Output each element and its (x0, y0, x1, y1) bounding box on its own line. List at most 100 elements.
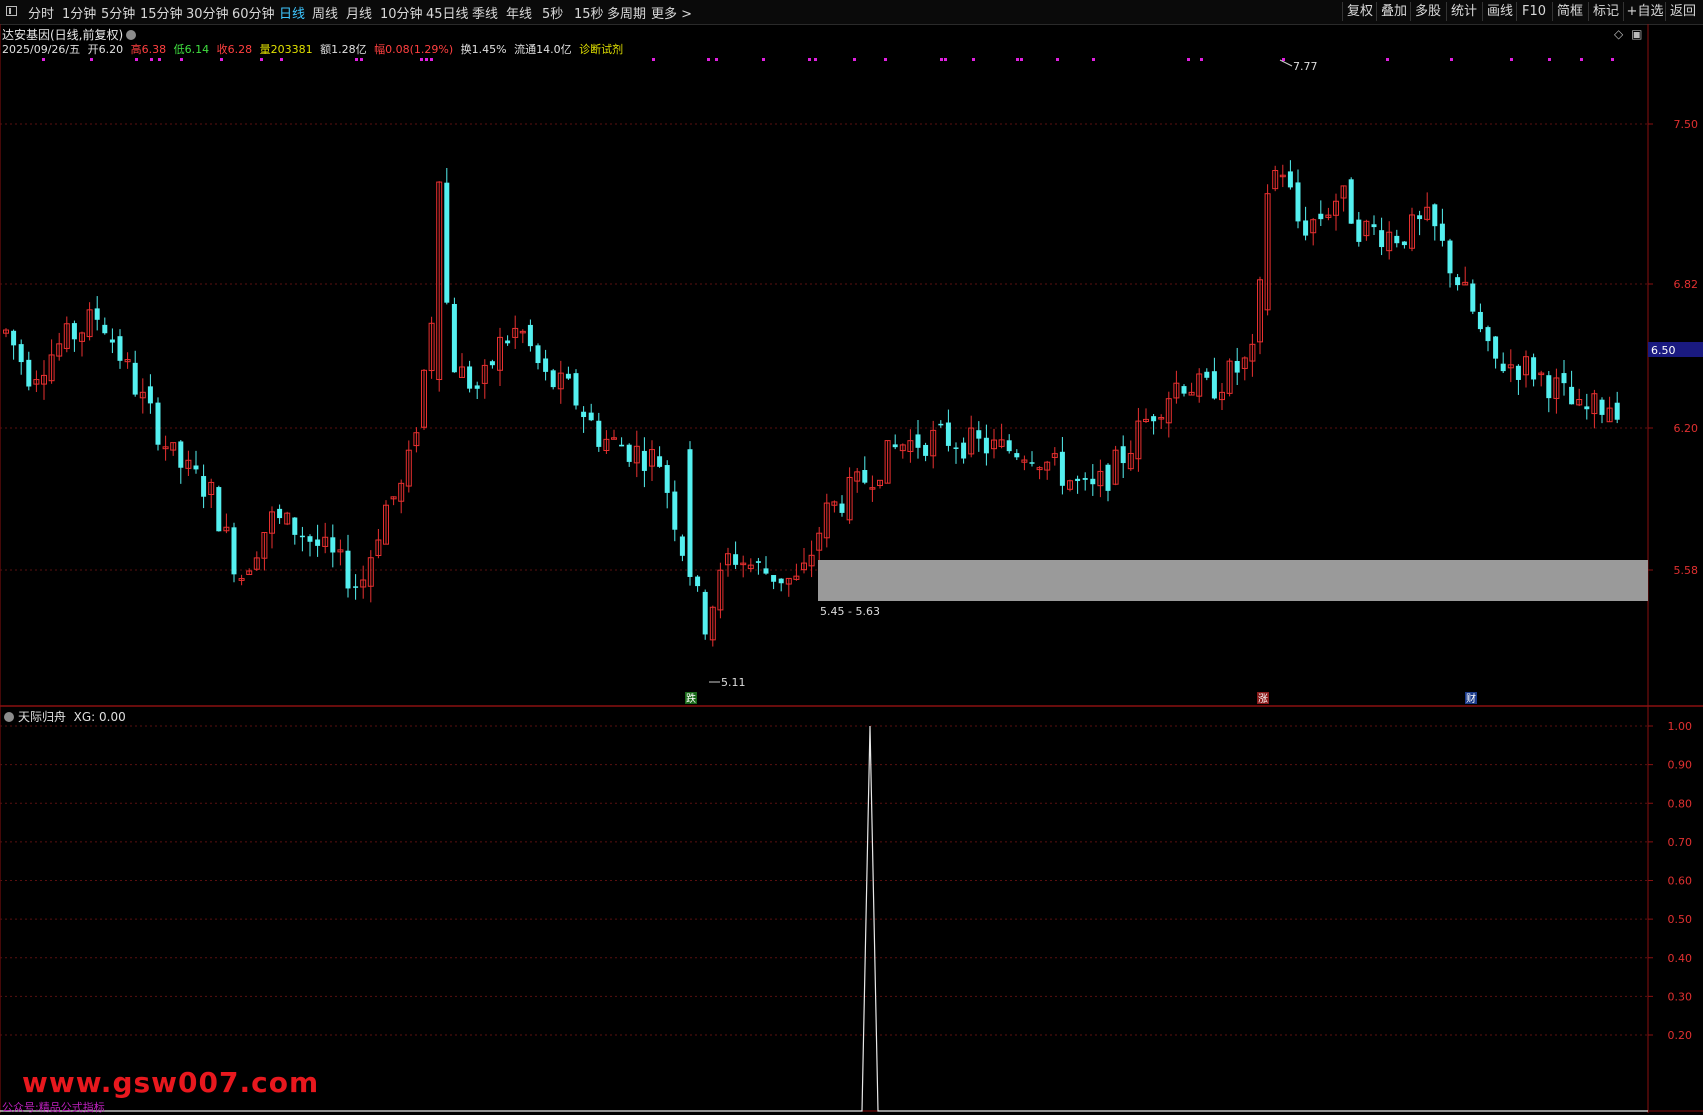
signal-dot (150, 58, 153, 61)
candle-body (527, 324, 533, 347)
signal-dot (762, 58, 765, 61)
candle-body (505, 340, 511, 344)
signal-dot (360, 58, 363, 61)
indicator-signal-line (0, 725, 1648, 1112)
diamond-icon[interactable]: ◇ (1614, 27, 1623, 41)
candle-body (1584, 406, 1590, 410)
price-axis-label: 7.50 (1674, 118, 1699, 131)
candle-body (231, 527, 237, 575)
candle-body (1394, 235, 1400, 244)
candle-body (679, 536, 685, 556)
signal-dot (1056, 58, 1059, 61)
candle-body (1569, 386, 1575, 405)
candle-body (1356, 219, 1362, 242)
signal-dot (42, 58, 45, 61)
candle-body (619, 444, 625, 447)
candle-body (1614, 402, 1620, 420)
candle-body (573, 373, 579, 406)
candle-body (1500, 363, 1506, 372)
indicator-settings-icon[interactable] (4, 712, 14, 722)
candle-body (1432, 204, 1438, 227)
quote-change: 幅0.08(1.29%) (374, 43, 454, 56)
candle-body (1447, 240, 1453, 274)
indicator-axis-label: 0.70 (1668, 836, 1693, 849)
candle-body (581, 411, 587, 418)
high-pointer (1279, 59, 1293, 67)
watermark-site: www.gsw007.com (22, 1066, 320, 1099)
quote-float-cap: 流通14.0亿 (514, 43, 572, 56)
candle-body (550, 370, 556, 388)
candle-body (657, 456, 663, 467)
indicator-axis-label: 0.80 (1668, 797, 1693, 810)
candle-body (474, 385, 480, 389)
candle-body (193, 465, 199, 470)
candle-body (1485, 327, 1491, 342)
quote-amount: 额1.28亿 (320, 43, 367, 56)
candle-body (565, 373, 571, 379)
diagnose-link[interactable]: 诊断试剂 (579, 43, 623, 56)
price-axis-label: 6.20 (1674, 422, 1699, 435)
candle-body (1401, 241, 1407, 246)
candle-body (444, 182, 450, 303)
signal-dot (814, 58, 817, 61)
candle-body (1295, 182, 1301, 222)
candle-body (1493, 336, 1499, 359)
indicator-axis-label: 0.90 (1668, 759, 1693, 772)
candle-body (345, 550, 351, 589)
signal-dot (1548, 58, 1551, 61)
candle-body (945, 422, 951, 446)
candle-body (976, 430, 982, 439)
signal-dot (707, 58, 710, 61)
quote-low: 低6.14 (173, 43, 210, 56)
candle-body (117, 336, 123, 361)
kline-chart[interactable]: 5.45 - 5.63 7.77 5.11 跌 涨 财 7.50 6.82 6.20 5.58 6… (0, 0, 1703, 1113)
candle-body (953, 447, 959, 449)
signal-dot (430, 58, 433, 61)
candle-body (147, 386, 153, 404)
candle-body (94, 308, 100, 320)
window-icon[interactable]: ▣ (1631, 27, 1642, 41)
signal-dot (944, 58, 947, 61)
candle-body (330, 537, 336, 553)
signal-dot (1187, 58, 1190, 61)
candle-body (1014, 453, 1020, 458)
price-axis-label: 5.58 (1674, 564, 1699, 577)
candle-body (1303, 220, 1309, 236)
candle-body (1470, 283, 1476, 312)
quote-volume: 量203381 (259, 43, 313, 56)
candle-body (299, 535, 305, 538)
candle-body (353, 586, 359, 588)
settings-circle-icon[interactable] (126, 30, 137, 40)
candle-body (1105, 464, 1111, 491)
signal-dot (1510, 58, 1513, 61)
quote-open: 开6.20 (87, 43, 124, 56)
candle-body (664, 465, 670, 493)
tag-fall: 跌 (686, 692, 696, 705)
signal-dot (1282, 58, 1285, 61)
signal-dot (280, 58, 283, 61)
indicator-axis-label: 0.60 (1668, 875, 1693, 888)
indicator-name: 天际归舟 (18, 710, 67, 724)
candle-body (1234, 360, 1240, 373)
signal-dot (940, 58, 943, 61)
signal-dot (220, 58, 223, 61)
candle-body (938, 423, 944, 426)
candle-body (71, 323, 77, 340)
signal-dot (652, 58, 655, 61)
candle-body (687, 449, 693, 577)
quote-info-bar: 2025/09/26/五 开6.20 高6.38 低6.14 收6.28 量20… (2, 41, 627, 57)
signal-dot (1016, 58, 1019, 61)
candle-body (1318, 213, 1324, 220)
candle-body (11, 330, 17, 346)
quote-turnover: 换1.45% (460, 43, 507, 56)
candle-body (132, 362, 138, 395)
candle-body (1455, 277, 1461, 286)
signal-dot (715, 58, 718, 61)
candle-body (626, 444, 632, 462)
candle-body (1371, 224, 1377, 228)
stock-name: 达安基因(日线,前复权) (2, 28, 124, 42)
chart-corner-icons: ◇ ▣ (1614, 27, 1642, 41)
indicator-value: XG: 0.00 (73, 710, 126, 724)
high-label: 7.77 (1293, 60, 1318, 73)
candle-body (1348, 179, 1354, 224)
